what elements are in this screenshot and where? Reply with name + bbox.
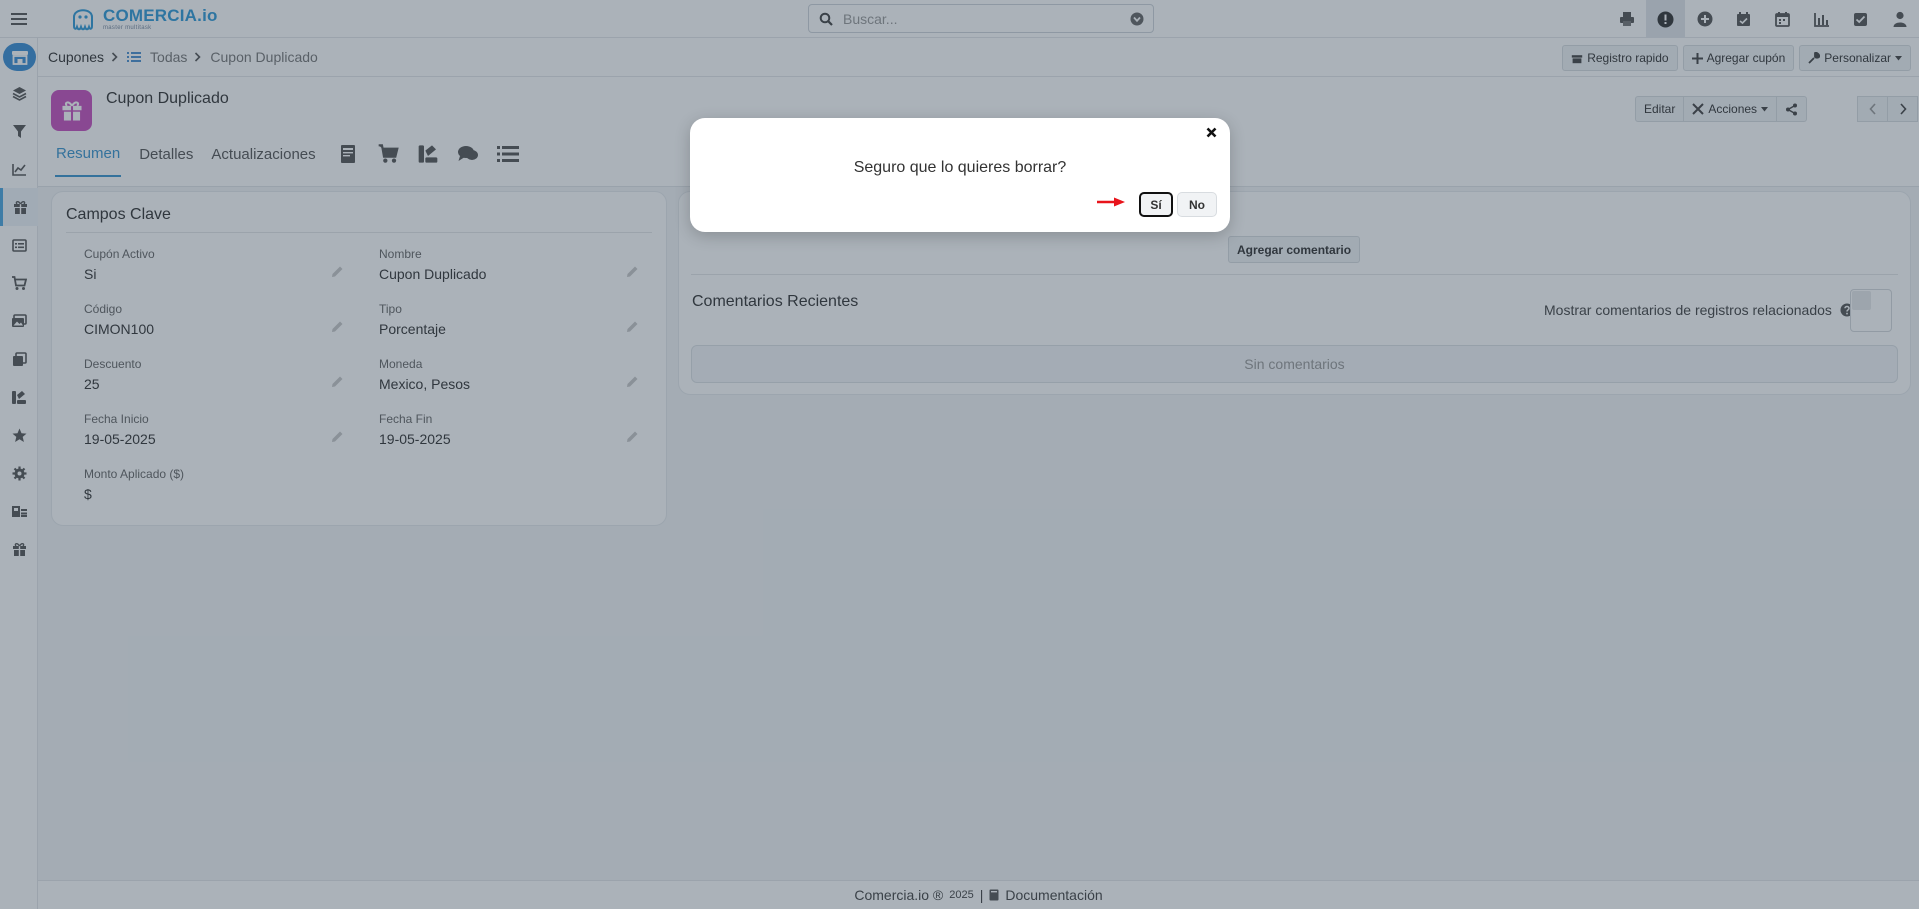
dialog-message: Seguro que lo quieres borrar? bbox=[853, 159, 1067, 176]
close-icon[interactable] bbox=[1204, 125, 1218, 139]
confirm-no-button[interactable]: No bbox=[1177, 192, 1217, 217]
delete-confirm-dialog: Seguro que lo quieres borrar? Sí No bbox=[690, 118, 1230, 232]
annotation-arrow-icon bbox=[1097, 197, 1125, 207]
confirm-yes-button[interactable]: Sí bbox=[1139, 192, 1173, 217]
